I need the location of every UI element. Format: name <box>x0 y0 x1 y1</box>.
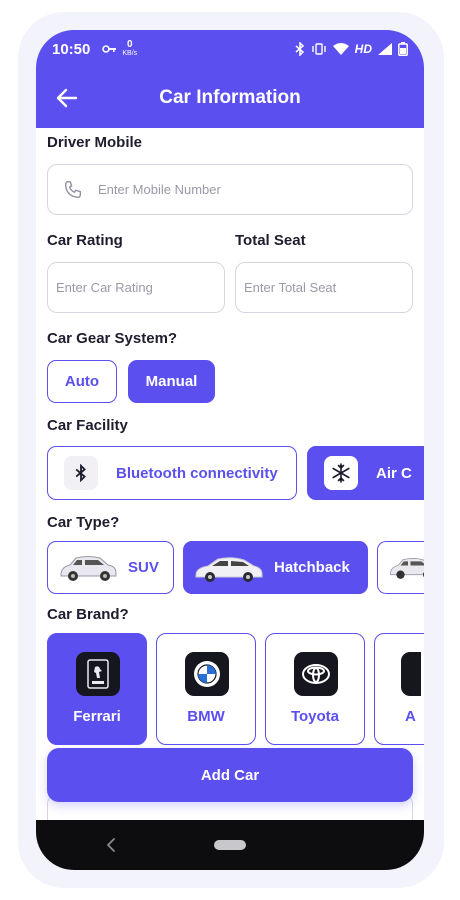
car-type-hatchback-label: Hatchback <box>274 559 350 576</box>
car-rating-field[interactable] <box>47 262 225 313</box>
snowflake-icon <box>332 463 350 483</box>
navigation-bar <box>36 820 424 870</box>
toyota-logo-icon <box>294 652 338 696</box>
nav-back-icon[interactable] <box>104 836 118 854</box>
car-rating-label: Car Rating <box>47 232 123 249</box>
car-type-label: Car Type? <box>47 514 120 531</box>
data-rate: 0 KB/s <box>122 40 137 58</box>
mobile-number-input[interactable] <box>98 182 412 197</box>
car-rating-input[interactable] <box>56 280 224 295</box>
total-seat-input[interactable] <box>244 280 412 295</box>
brand-next-label: A <box>405 708 416 725</box>
gear-option-manual[interactable]: Manual <box>128 360 215 403</box>
battery-icon <box>398 42 408 56</box>
brand-bmw-label: BMW <box>187 708 225 725</box>
ferrari-logo-icon <box>76 652 120 696</box>
app-bar: Car Information <box>36 68 424 128</box>
page-title: Car Information <box>159 87 301 108</box>
nav-home-pill[interactable] <box>214 840 246 850</box>
phone-screen: 10:50 0 KB/s HD Car Information Driver M… <box>36 30 424 870</box>
signal-icon <box>378 43 392 55</box>
brand-option-toyota[interactable]: Toyota <box>265 633 365 745</box>
car-brand-label: Car Brand? <box>47 606 129 623</box>
snowflake-icon-box <box>324 456 358 490</box>
vibrate-icon <box>311 43 326 55</box>
total-seat-label: Total Seat <box>235 232 306 249</box>
driver-mobile-field[interactable] <box>47 164 413 215</box>
driver-mobile-label: Driver Mobile <box>47 134 143 151</box>
brand-ferrari-label: Ferrari <box>73 708 121 725</box>
facility-option-bluetooth[interactable]: Bluetooth connectivity <box>47 446 297 500</box>
gear-system-label: Car Gear System? <box>47 330 178 347</box>
brand-toyota-label: Toyota <box>290 708 340 725</box>
bluetooth-icon <box>75 464 86 482</box>
data-rate-unit: KB/s <box>122 50 138 57</box>
status-bar: 10:50 0 KB/s HD <box>36 30 424 68</box>
bmw-logo-icon <box>185 652 229 696</box>
car-type-suv-label: SUV <box>128 559 159 576</box>
car-type-option-hatchback[interactable]: Hatchback <box>183 541 368 594</box>
total-seat-field[interactable] <box>235 262 413 313</box>
brand-option-ferrari[interactable]: Ferrari <box>47 633 147 745</box>
brand-option-bmw[interactable]: BMW <box>156 633 256 745</box>
car-type-option-suv[interactable]: SUV <box>47 541 174 594</box>
wifi-icon <box>332 43 349 55</box>
facility-air-label: Air C <box>376 464 412 482</box>
station-wagon-car-icon <box>390 557 424 579</box>
car-type-option-next[interactable] <box>377 541 424 594</box>
status-time: 10:50 <box>52 40 91 58</box>
suv-car-icon <box>60 555 117 581</box>
brand-option-next[interactable]: A <box>374 633 424 745</box>
hatchback-car-icon <box>195 556 263 582</box>
data-rate-value: 0 <box>126 39 133 50</box>
status-icons: HD <box>295 42 408 56</box>
add-car-button[interactable]: Add Car <box>47 748 413 802</box>
facility-option-air-conditioning[interactable]: Air C <box>307 446 424 500</box>
phone-icon <box>64 180 82 198</box>
back-arrow-icon[interactable] <box>54 85 80 111</box>
car-facility-label: Car Facility <box>47 417 128 434</box>
gear-option-auto[interactable]: Auto <box>47 360 117 403</box>
facility-bluetooth-label: Bluetooth connectivity <box>116 464 278 482</box>
bluetooth-icon-box <box>64 456 98 490</box>
brand-next-logo-icon <box>401 652 421 696</box>
key-icon <box>102 45 117 53</box>
form-content[interactable]: Driver Mobile Car Rating Total Seat Car … <box>36 128 424 820</box>
network-type: HD <box>354 42 372 56</box>
bluetooth-icon <box>295 42 304 56</box>
page: 10:50 0 KB/s HD Car Information Driver M… <box>0 0 460 900</box>
